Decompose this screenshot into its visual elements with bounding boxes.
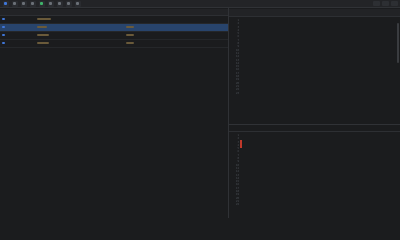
request-tabs (229, 9, 400, 17)
request-list-header (0, 9, 228, 16)
toolbar-item[interactable] (75, 0, 81, 7)
toolbar-item[interactable] (12, 0, 18, 7)
response-detail-panel: 1 2 3 4 5 6 7 8 9 10 11 12 13 14 15 16 1… (229, 124, 400, 219)
redacted-value (126, 25, 134, 29)
proxy-app: 1 2 3 4 5 6 7 8 9 10 11 12 13 14 15 16 1… (0, 0, 400, 219)
response-tabs (229, 125, 400, 132)
minimize-button[interactable] (373, 1, 380, 6)
request-host-cell (35, 25, 98, 29)
redacted-host (37, 17, 51, 21)
rules-icon (31, 2, 34, 5)
window-actions (373, 1, 398, 6)
https-icon (40, 2, 43, 5)
request-host-cell (35, 17, 98, 21)
request-row[interactable] (0, 16, 228, 24)
request-row[interactable] (0, 40, 228, 48)
redacted-value (126, 33, 134, 37)
maximize-button[interactable] (382, 1, 389, 6)
settings-icon (49, 2, 52, 5)
status-dot-icon (2, 41, 5, 45)
request-scrollbar[interactable] (397, 23, 399, 63)
status-dot-icon (2, 17, 5, 21)
request-list (0, 9, 228, 218)
close-button[interactable] (391, 1, 398, 6)
status-dot-icon (2, 25, 5, 29)
redacted-host (37, 25, 47, 29)
request-host-cell (35, 41, 98, 45)
request-method-cell (124, 25, 164, 29)
request-method-cell (124, 41, 164, 45)
redacted-value (126, 41, 134, 45)
request-row-selected[interactable] (0, 24, 228, 32)
request-method-cell (124, 33, 164, 37)
help-icon (76, 2, 79, 5)
top-toolbar (0, 0, 400, 8)
redacted-host (37, 33, 49, 37)
toolbar-item[interactable] (30, 0, 36, 7)
filter-icon (13, 2, 16, 5)
capture-icon (4, 2, 7, 5)
tools-icon (67, 2, 70, 5)
request-row[interactable] (0, 32, 228, 40)
toolbar-item[interactable] (66, 0, 72, 7)
request-detail-panel: 1 2 3 4 5 6 7 8 9 10 11 12 13 14 15 16 1… (229, 9, 400, 123)
redacted-host (37, 41, 49, 45)
toolbar-item[interactable] (39, 0, 45, 7)
toolbar-item[interactable] (3, 0, 9, 7)
clear-icon (58, 2, 61, 5)
toolbar-item[interactable] (48, 0, 54, 7)
request-code[interactable]: 1 2 3 4 5 6 7 8 9 10 11 12 13 14 15 16 1… (229, 17, 400, 95)
replay-icon (22, 2, 25, 5)
response-code[interactable]: 1 2 3 4 5 6 7 8 9 10 11 12 13 14 15 16 1… (229, 132, 400, 207)
status-dot-icon (2, 33, 5, 37)
toolbar-item[interactable] (21, 0, 27, 7)
request-host-cell (35, 33, 98, 37)
toolbar-item[interactable] (57, 0, 63, 7)
